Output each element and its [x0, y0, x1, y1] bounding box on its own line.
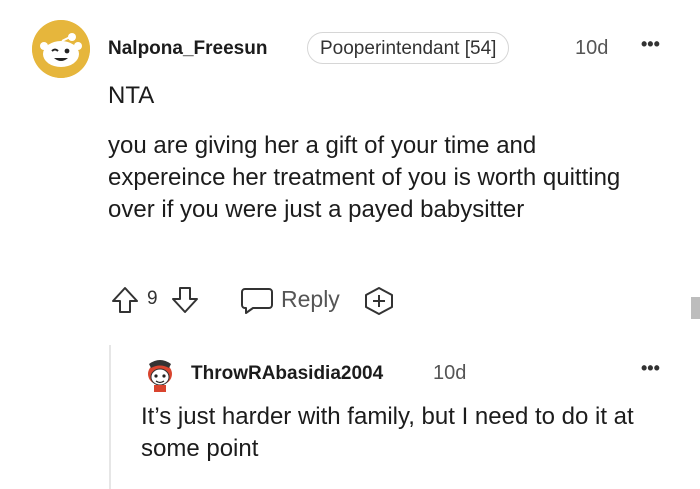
award-plus-icon [365, 287, 393, 315]
thread-line[interactable] [109, 345, 111, 489]
comment-body: you are giving her a gift of your time a… [108, 132, 621, 223]
scrollbar-thumb[interactable] [691, 297, 700, 319]
avatar[interactable] [32, 20, 90, 78]
downvote-icon [172, 287, 198, 313]
reply-timestamp[interactable]: 10d [433, 362, 466, 385]
reply-button[interactable] [240, 285, 274, 320]
comment-timestamp[interactable]: 10d [575, 37, 608, 60]
upvote-icon [112, 287, 138, 313]
reply-username[interactable]: ThrowRAbasidia2004 [191, 363, 383, 385]
upvote-button[interactable] [110, 285, 140, 320]
snoo-avatar-icon [32, 20, 90, 78]
downvote-button[interactable] [170, 285, 200, 320]
comment-verdict: NTA [108, 82, 155, 109]
reply-bubble-icon [241, 288, 273, 314]
snoo-avatar-small-icon [141, 354, 179, 392]
vote-count: 9 [147, 288, 158, 309]
user-flair: Pooperintendant [54] [307, 32, 510, 64]
award-button[interactable] [362, 285, 396, 322]
reply-label[interactable]: Reply [281, 286, 340, 313]
reply-avatar[interactable] [141, 354, 179, 392]
reply-more-options-icon[interactable]: ••• [641, 358, 660, 379]
more-options-icon[interactable]: ••• [641, 34, 660, 55]
comment-username[interactable]: Nalpona_Freesun [108, 38, 267, 60]
reply-body: It’s just harder with family, but I need… [141, 403, 634, 462]
